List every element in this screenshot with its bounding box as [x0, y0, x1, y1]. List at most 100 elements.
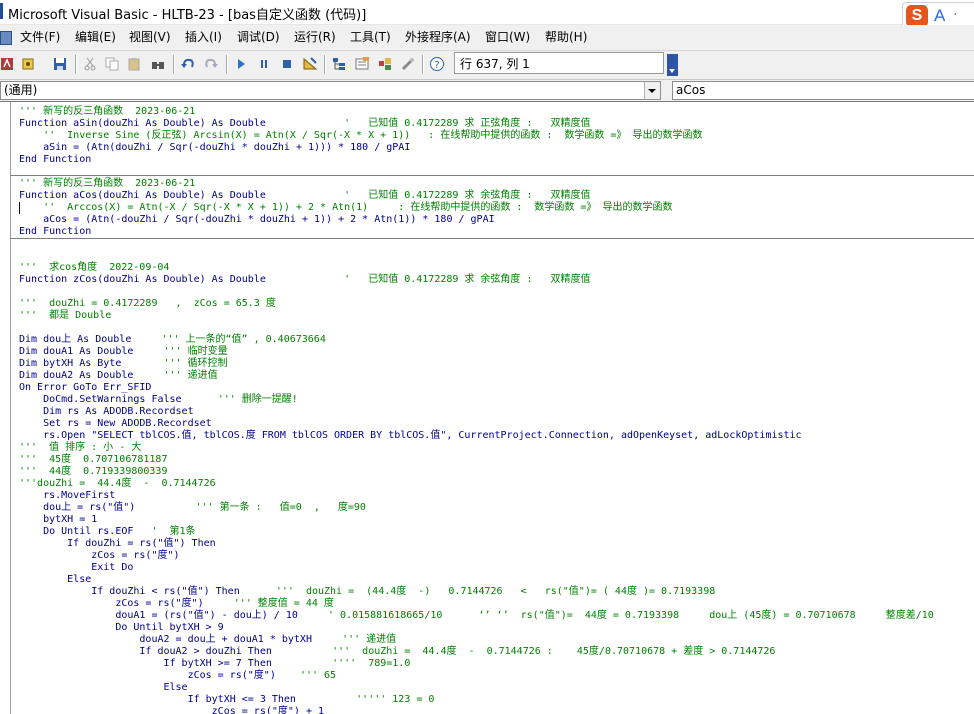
code-line[interactable]: '' Inverse Sine (反正弦) Arcsin(X) = Atn(X …: [19, 130, 934, 142]
code-statement: Dim douA2 As Double: [19, 370, 164, 381]
code-line[interactable]: ''' 求cos角度 2022-09-04: [19, 262, 934, 274]
code-line[interactable]: Exit Do: [19, 562, 934, 574]
menu-tools[interactable]: 工具(T): [350, 29, 391, 46]
code-line[interactable]: [19, 322, 934, 334]
code-line[interactable]: aSin = (Atn(douZhi / Sqr(-douZhi * douZh…: [19, 142, 934, 154]
code-line[interactable]: Else: [19, 574, 934, 586]
code-line[interactable]: Else: [19, 682, 934, 694]
menu-help[interactable]: 帮助(H): [545, 29, 587, 46]
code-line[interactable]: rs.Open "SELECT tblCOS.值, tblCOS.度 FROM …: [19, 430, 934, 442]
code-editor[interactable]: ''' 新写的反三角函数 2023-06-21 Function aSin(dou…: [0, 101, 974, 714]
code-line[interactable]: Function aCos(douZhi As Double) As Doubl…: [19, 190, 934, 202]
toolbox-icon[interactable]: [400, 56, 416, 72]
code-line[interactable]: Function zCos(douZhi As Double) As Doubl…: [19, 274, 934, 286]
ime-punctuation-icon[interactable]: ·: [953, 7, 957, 23]
break-icon[interactable]: [256, 56, 272, 72]
code-statement: Function zCos(douZhi As Double) As Doubl…: [19, 274, 345, 285]
code-line[interactable]: If bytXH >= 7 Then '''' 789=1.0: [19, 658, 934, 670]
procedure-dropdown[interactable]: aCos: [672, 81, 974, 100]
code-text[interactable]: ''' 新写的反三角函数 2023-06-21 Function aSin(dou…: [19, 106, 934, 714]
chevron-down-icon[interactable]: [644, 82, 660, 99]
code-line[interactable]: ''' 都是 Double: [19, 310, 934, 322]
margin-indicator-bar[interactable]: [0, 102, 11, 714]
sogou-logo-icon[interactable]: S: [906, 5, 928, 27]
code-line[interactable]: douA2 = dou上 + douA1 * bytXH ''' 递进值: [19, 634, 934, 646]
code-line[interactable]: Dim douA1 As Double ''' 临时变量: [19, 346, 934, 358]
menu-debug[interactable]: 调试(D): [237, 29, 280, 46]
code-line[interactable]: Dim bytXH As Byte ''' 循环控制: [19, 358, 934, 370]
code-line[interactable]: DoCmd.SetWarnings False ''' 删除一提醒!: [19, 394, 934, 406]
save-icon[interactable]: [52, 56, 68, 72]
properties-icon[interactable]: [354, 56, 370, 72]
insert-module-icon[interactable]: [20, 56, 36, 72]
code-line[interactable]: zCos = rs("度") + 1: [19, 706, 934, 714]
code-line[interactable]: If douA2 > douZhi Then ''' douZhi = 44.4…: [19, 646, 934, 658]
code-line[interactable]: dou上 = rs("值") ''' 第一条 : 值=0 , 度=90: [19, 502, 934, 514]
code-comment: ''' 44度 0.719339800339: [19, 466, 168, 477]
menu-addins[interactable]: 外接程序(A): [405, 29, 471, 46]
code-line[interactable]: ''' 45度 0.707106781187: [19, 454, 934, 466]
code-line[interactable]: If douZhi = rs("值") Then: [19, 538, 934, 550]
code-line[interactable]: Dim douA2 As Double ''' 递进值: [19, 370, 934, 382]
menu-run[interactable]: 运行(R): [294, 29, 336, 46]
run-icon[interactable]: [233, 56, 249, 72]
code-statement: rs.Open "SELECT tblCOS.值, tblCOS.度 FROM …: [19, 430, 802, 441]
code-line[interactable]: '' Arccos(X) = Atn(-X / Sqr(-X * X + 1))…: [19, 202, 934, 214]
svg-text:?: ?: [434, 60, 439, 71]
code-line[interactable]: Function aSin(douZhi As Double) As Doubl…: [19, 118, 934, 130]
code-line[interactable]: Do Until rs.EOF ' 第1条: [19, 526, 934, 538]
ime-mode-label[interactable]: A: [934, 6, 945, 26]
code-statement: Dim dou上 As Double: [19, 334, 162, 345]
code-statement: Do Until bytXH > 9: [19, 622, 224, 633]
code-line[interactable]: If bytXH <= 3 Then ''''' 123 = 0: [19, 694, 934, 706]
redo-icon[interactable]: [203, 56, 219, 72]
toolbar-options-icon[interactable]: [667, 54, 678, 76]
code-line[interactable]: [19, 238, 934, 250]
toolbar-separator: [75, 55, 77, 74]
code-line[interactable]: zCos = rs("度"): [19, 550, 934, 562]
code-line[interactable]: ''' 44度 0.719339800339: [19, 466, 934, 478]
menu-file[interactable]: 文件(F): [20, 29, 60, 46]
code-line[interactable]: Set rs = New ADODB.Recordset: [19, 418, 934, 430]
code-line[interactable]: rs.MoveFirst: [19, 490, 934, 502]
code-line[interactable]: ''' douZhi = 0.4172289 , zCos = 65.3 度: [19, 298, 934, 310]
paste-icon[interactable]: [126, 56, 142, 72]
code-line[interactable]: ''' 新写的反三角函数 2023-06-21: [19, 106, 934, 118]
menu-edit[interactable]: 编辑(E): [75, 29, 116, 46]
undo-icon[interactable]: [180, 56, 196, 72]
code-line[interactable]: douA1 = (rs("值") - dou上) / 10 ' 0.015881…: [19, 610, 933, 622]
menu-window[interactable]: 窗口(W): [485, 29, 530, 46]
object-dropdown[interactable]: (通用): [0, 81, 661, 100]
object-dropdown-value: (通用): [4, 83, 38, 97]
menu-insert[interactable]: 插入(I): [185, 29, 222, 46]
menu-view[interactable]: 视图(V): [129, 29, 171, 46]
code-line[interactable]: ''' 值 排序 : 小 - 大: [19, 442, 934, 454]
reset-icon[interactable]: [279, 56, 295, 72]
code-line[interactable]: [19, 286, 934, 298]
code-line[interactable]: [19, 250, 934, 262]
code-line[interactable]: '''douZhi = 44.4度 - 0.7144726: [19, 478, 934, 490]
project-explorer-icon[interactable]: [331, 56, 347, 72]
access-view-icon[interactable]: [0, 56, 16, 72]
code-line[interactable]: [19, 166, 934, 178]
code-line[interactable]: End Function: [19, 154, 934, 166]
object-browser-icon[interactable]: [377, 56, 393, 72]
code-line[interactable]: bytXH = 1: [19, 514, 934, 526]
copy-icon[interactable]: [104, 56, 120, 72]
code-line[interactable]: On Error GoTo Err_SFID: [19, 382, 934, 394]
cut-icon[interactable]: [82, 56, 98, 72]
design-mode-icon[interactable]: [302, 56, 318, 72]
help-icon[interactable]: ?: [429, 56, 445, 72]
find-icon[interactable]: [150, 56, 166, 72]
app-menu-icon[interactable]: [0, 31, 12, 45]
code-statement: DoCmd.SetWarnings False: [19, 394, 218, 405]
code-line[interactable]: Do Until bytXH > 9: [19, 622, 934, 634]
code-line[interactable]: zCos = rs("度") ''' 整度值 = 44 度: [19, 598, 934, 610]
code-line[interactable]: End Function: [19, 226, 934, 238]
code-line[interactable]: ''' 新写的反三角函数 2023-06-21: [19, 178, 934, 190]
code-line[interactable]: aCos = (Atn(-douZhi / Sqr(-douZhi * douZ…: [19, 214, 934, 226]
code-line[interactable]: Dim dou上 As Double ''' 上一条的“值” , 0.40673…: [19, 334, 934, 346]
code-line[interactable]: Dim rs As ADODB.Recordset: [19, 406, 934, 418]
code-line[interactable]: zCos = rs("度") ''' 65: [19, 670, 934, 682]
code-line[interactable]: If douZhi < rs("值") Then ''' douZhi = (4…: [19, 586, 934, 598]
